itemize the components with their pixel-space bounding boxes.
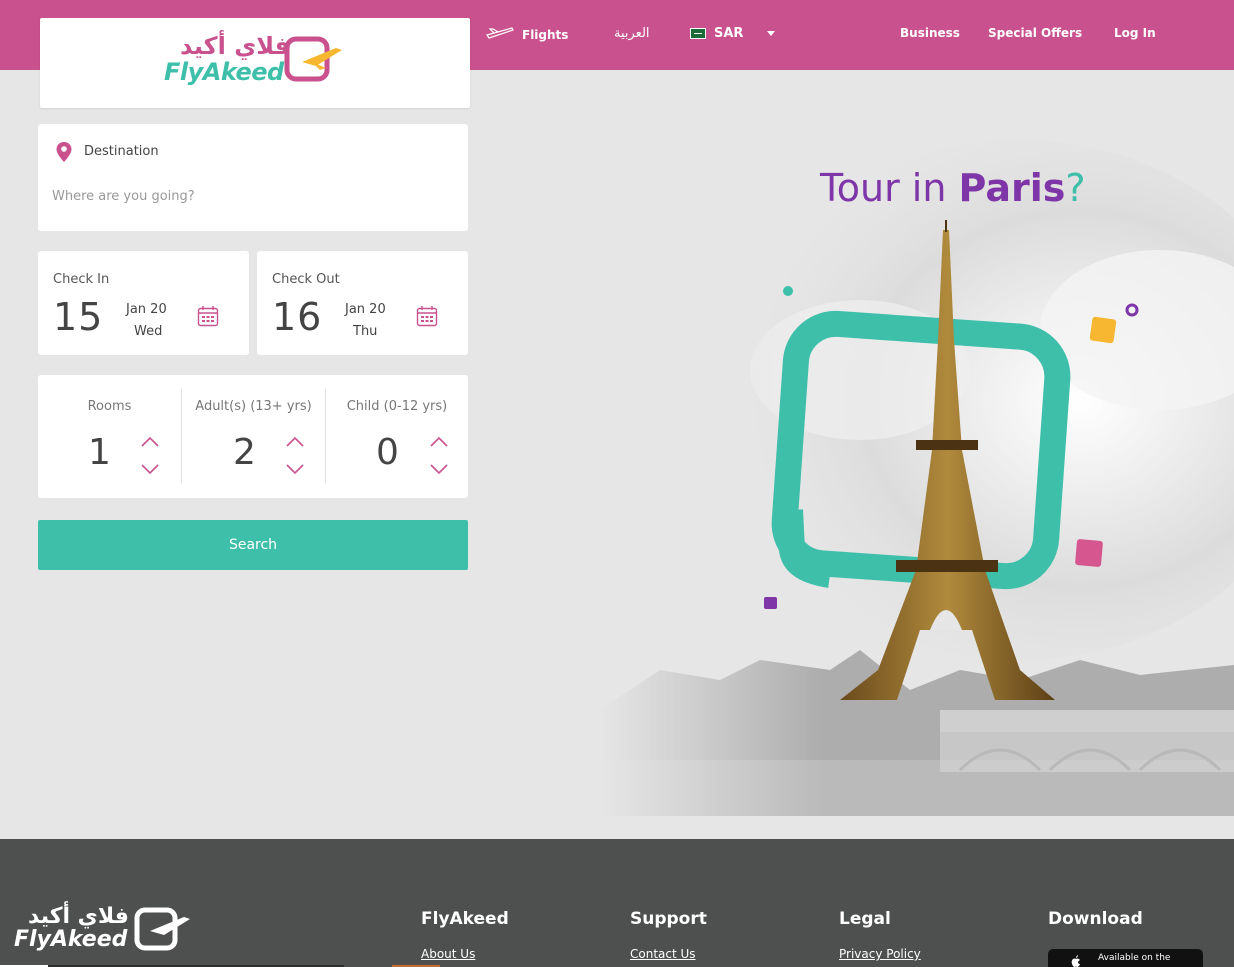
check-out-label: Check Out (272, 272, 340, 287)
footer-link-privacy-policy[interactable]: Privacy Policy (839, 947, 921, 961)
currency-label: SAR (714, 26, 744, 41)
footer-heading-flyakeed: FlyAkeed (421, 909, 509, 929)
language-switch-link[interactable]: العربية (614, 26, 650, 41)
chevron-up-icon[interactable] (429, 433, 449, 447)
adults-stepper: Adult(s) (13+ yrs) 2 (181, 389, 325, 483)
login-link[interactable]: Log In (1114, 26, 1156, 40)
chevron-down-icon[interactable] (140, 460, 160, 475)
page-footer: فلاي أكيد FlyAkeed FlyAkeed About Us Sup… (0, 839, 1234, 967)
nav-special-offers-link[interactable]: Special Offers (988, 26, 1082, 40)
hero-title-city: Paris (958, 166, 1066, 210)
chevron-down-icon (767, 31, 776, 36)
footer-heading-support: Support (630, 909, 707, 929)
check-in-label: Check In (53, 272, 110, 287)
calendar-icon[interactable] (416, 305, 438, 331)
nav-flights-link[interactable]: Flights (486, 26, 568, 43)
adults-label: Adult(s) (13+ yrs) (195, 399, 312, 414)
chevron-up-icon[interactable] (285, 433, 305, 447)
adults-value: 2 (233, 432, 256, 473)
hero-banner: Tour in Paris? (600, 70, 1234, 816)
children-label: Child (0-12 yrs) (346, 399, 448, 414)
chevron-down-icon[interactable] (285, 460, 305, 475)
check-in-month: Jan 20 (126, 302, 167, 317)
guests-card: Rooms 1 Adult(s) (13+ yrs) 2 Child (0-12… (38, 375, 468, 498)
footer-logo-mark-icon (134, 907, 194, 957)
rooms-value: 1 (88, 432, 111, 473)
check-in-day: 15 (53, 295, 104, 339)
rooms-label: Rooms (87, 399, 132, 414)
hero-title-suffix: ? (1065, 166, 1086, 210)
destination-input[interactable] (52, 184, 452, 208)
footer-column-support: Support Contact Us (630, 909, 707, 961)
nav-flights-label: Flights (522, 27, 569, 42)
footer-column-download: Download (1048, 909, 1143, 929)
hero-title: Tour in Paris? (820, 166, 1086, 210)
destination-card: Destination (38, 124, 468, 231)
logo-mark-icon (284, 36, 348, 90)
apple-icon (1070, 954, 1082, 967)
footer-heading-legal: Legal (839, 909, 891, 929)
footer-link-about-us[interactable]: About Us (421, 947, 509, 961)
calendar-icon[interactable] (197, 305, 219, 331)
check-in-weekday: Wed (134, 324, 163, 339)
chevron-up-icon[interactable] (140, 433, 160, 447)
search-button[interactable]: Search (38, 520, 468, 570)
logo-latin-text: FlyAkeed (164, 58, 284, 86)
currency-selector[interactable]: SAR (690, 26, 776, 41)
footer-heading-download: Download (1048, 909, 1143, 929)
logo-arabic-text: فلاي أكيد (180, 32, 291, 60)
check-out-day: 16 (272, 295, 323, 339)
check-out-card[interactable]: Check Out 16 Jan 20 Thu (257, 251, 468, 355)
rooms-stepper: Rooms 1 (38, 389, 181, 483)
footer-column-legal: Legal Privacy Policy (839, 909, 921, 961)
check-out-weekday: Thu (353, 324, 378, 339)
flag-icon (690, 28, 706, 39)
footer-logo-arabic: فلاي أكيد (28, 904, 129, 929)
footer-column-flyakeed: FlyAkeed About Us (421, 909, 509, 961)
app-store-badge[interactable]: Available on the (1048, 949, 1203, 967)
app-store-badge-label: Available on the (1098, 953, 1171, 963)
nav-business-link[interactable]: Business (900, 26, 960, 40)
location-pin-icon (55, 141, 73, 167)
plane-icon (486, 26, 514, 43)
children-value: 0 (376, 432, 399, 473)
footer-link-contact-us[interactable]: Contact Us (630, 947, 707, 961)
children-stepper: Child (0-12 yrs) 0 (325, 389, 468, 483)
destination-label: Destination (84, 144, 159, 159)
check-in-card[interactable]: Check In 15 Jan 20 Wed (38, 251, 249, 355)
hero-title-prefix: Tour in (820, 166, 959, 210)
check-out-month: Jan 20 (345, 302, 386, 317)
footer-logo-latin: FlyAkeed (14, 927, 128, 952)
chevron-down-icon[interactable] (429, 460, 449, 475)
brand-logo[interactable]: فلاي أكيد FlyAkeed (40, 18, 470, 108)
